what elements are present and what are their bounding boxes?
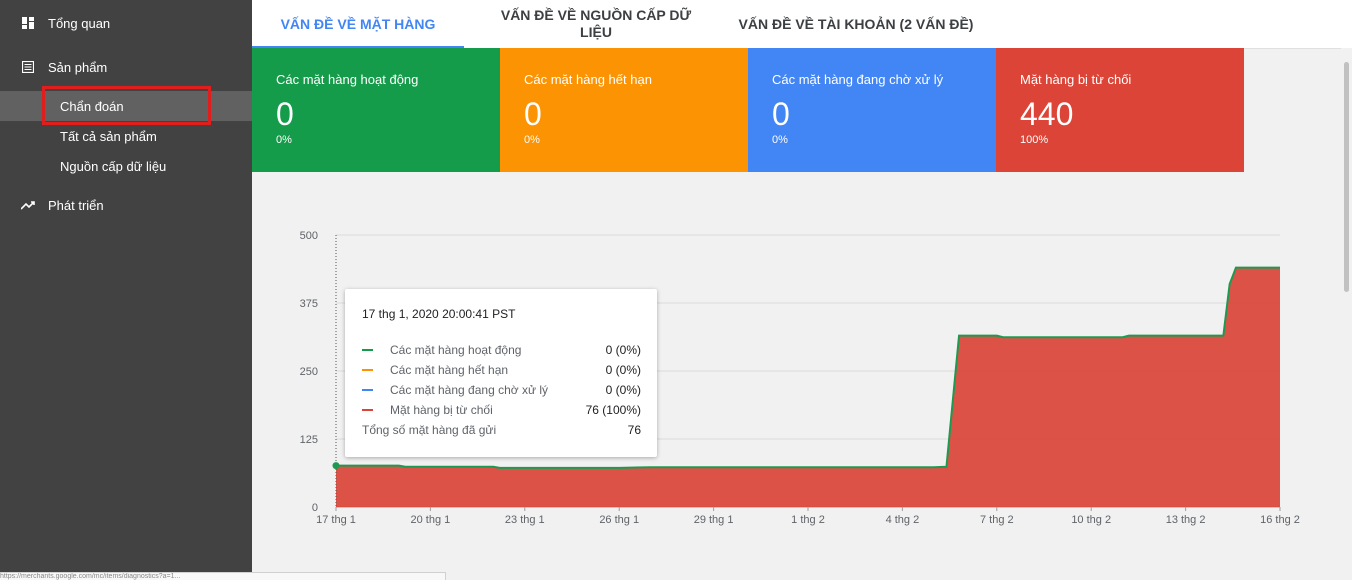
legend-swatch bbox=[362, 349, 373, 351]
y-tick-label: 375 bbox=[300, 298, 318, 310]
tab-label: Vấn đề về mặt hàng bbox=[280, 15, 436, 32]
sidebar-item-label: Sản phẩm bbox=[48, 59, 108, 75]
card-title: Mặt hàng bị từ chối bbox=[1020, 72, 1132, 87]
x-tick-label: 13 thg 2 bbox=[1166, 514, 1206, 526]
card-percent: 100% bbox=[1020, 134, 1049, 146]
cursor-point bbox=[332, 462, 340, 470]
sidebar: Tổng quan Sản phẩm Chẩn đoán Tất cả sản … bbox=[0, 0, 252, 579]
x-tick-label: 7 thg 2 bbox=[980, 514, 1014, 526]
x-tick-label: 20 thg 1 bbox=[411, 514, 451, 526]
chart-x-labels: 17 thg 1 20 thg 1 23 thg 1 26 thg 1 29 thg 1… bbox=[316, 507, 1300, 526]
tooltip-row-value: 76 (100%) bbox=[585, 403, 641, 417]
card-title: Các mặt hàng hết hạn bbox=[524, 72, 652, 87]
trending-up-icon bbox=[20, 197, 36, 213]
sidebar-item-label: Tổng quan bbox=[48, 15, 111, 31]
tooltip-total-label: Tổng số mặt hàng đã gửi bbox=[362, 423, 497, 437]
tooltip-row-disapproved: Mặt hàng bị từ chối 76 (100%) bbox=[362, 401, 641, 419]
tooltip-row-total: Tổng số mặt hàng đã gửi 76 bbox=[362, 421, 641, 439]
tooltip-row-name: Các mặt hàng hoạt động bbox=[390, 343, 522, 357]
y-tick-label: 0 bbox=[312, 502, 318, 514]
sidebar-subitem-feeds[interactable]: Nguồn cấp dữ liệu bbox=[0, 151, 252, 181]
highlight-box bbox=[42, 86, 211, 125]
y-tick-label: 500 bbox=[300, 230, 318, 242]
tooltip-row-name: Các mặt hàng đang chờ xử lý bbox=[390, 383, 548, 397]
tooltip-row-value: 0 (0%) bbox=[605, 363, 641, 377]
chart-y-labels: 0 125 250 375 500 bbox=[300, 230, 318, 514]
card-title: Các mặt hàng hoạt động bbox=[276, 72, 419, 87]
card-expired-items[interactable]: Các mặt hàng hết hạn 0 0% bbox=[500, 48, 748, 172]
tooltip-row-active: Các mặt hàng hoạt động 0 (0%) bbox=[362, 341, 641, 359]
sidebar-subitem-label: Nguồn cấp dữ liệu bbox=[60, 158, 167, 174]
x-tick-label: 10 thg 2 bbox=[1071, 514, 1111, 526]
list-icon bbox=[20, 59, 36, 75]
tab-label: Vấn đề về tài khoản (2 vấn đề) bbox=[738, 15, 974, 32]
tooltip-title: 17 thg 1, 2020 20:00:41 PST bbox=[362, 307, 516, 321]
legend-swatch bbox=[362, 409, 373, 411]
x-tick-label: 4 thg 2 bbox=[886, 514, 920, 526]
y-tick-label: 125 bbox=[300, 434, 318, 446]
x-tick-label: 23 thg 1 bbox=[505, 514, 545, 526]
tooltip-row-name: Mặt hàng bị từ chối bbox=[390, 403, 493, 417]
x-tick-label: 29 thg 1 bbox=[694, 514, 734, 526]
tooltip-row-value: 0 (0%) bbox=[605, 343, 641, 357]
summary-cards: Các mặt hàng hoạt động 0 0% Các mặt hàng… bbox=[252, 48, 1244, 172]
tab-account-issues[interactable]: Vấn đề về tài khoản (2 vấn đề) bbox=[738, 0, 974, 48]
card-value: 0 bbox=[276, 96, 294, 132]
legend-swatch bbox=[362, 369, 373, 371]
card-active-items[interactable]: Các mặt hàng hoạt động 0 0% bbox=[252, 48, 500, 172]
sidebar-item-label: Phát triển bbox=[48, 197, 104, 213]
card-value: 0 bbox=[772, 96, 790, 132]
tab-item-issues[interactable]: Vấn đề về mặt hàng bbox=[252, 0, 464, 49]
card-percent: 0% bbox=[524, 134, 540, 146]
scrollbar[interactable] bbox=[1341, 48, 1352, 579]
card-value: 0 bbox=[524, 96, 542, 132]
sidebar-item-products[interactable]: Sản phẩm bbox=[0, 52, 252, 82]
card-disapproved-items[interactable]: Mặt hàng bị từ chối 440 100% bbox=[996, 48, 1244, 172]
sidebar-item-overview[interactable]: Tổng quan bbox=[0, 8, 252, 38]
tooltip-total-value: 76 bbox=[627, 423, 641, 437]
sidebar-subitem-label: Tất cả sản phẩm bbox=[60, 128, 157, 144]
x-tick-label: 1 thg 2 bbox=[791, 514, 825, 526]
tooltip-row-pending: Các mặt hàng đang chờ xử lý 0 (0%) bbox=[362, 381, 641, 399]
card-pending-items[interactable]: Các mặt hàng đang chờ xử lý 0 0% bbox=[748, 48, 996, 172]
tooltip-row-expired: Các mặt hàng hết hạn 0 (0%) bbox=[362, 361, 641, 379]
x-tick-label: 17 thg 1 bbox=[316, 514, 356, 526]
tab-label: Vấn đề về nguồn cấp dữ liệu bbox=[500, 7, 692, 40]
card-title: Các mặt hàng đang chờ xử lý bbox=[772, 72, 944, 87]
x-tick-label: 16 thg 2 bbox=[1260, 514, 1300, 526]
sidebar-item-growth[interactable]: Phát triển bbox=[0, 190, 252, 220]
chart-tooltip: 17 thg 1, 2020 20:00:41 PST Các mặt hàng… bbox=[345, 289, 657, 457]
legend-swatch bbox=[362, 389, 373, 391]
sidebar-subitem-all-products[interactable]: Tất cả sản phẩm bbox=[0, 121, 252, 151]
scrollbar-thumb[interactable] bbox=[1344, 62, 1349, 292]
y-tick-label: 250 bbox=[300, 366, 318, 378]
x-tick-label: 26 thg 1 bbox=[599, 514, 639, 526]
tooltip-row-name: Các mặt hàng hết hạn bbox=[390, 363, 509, 377]
card-percent: 0% bbox=[772, 134, 788, 146]
card-value: 440 bbox=[1020, 96, 1074, 132]
tab-bar: Vấn đề về mặt hàng Vấn đề về nguồn cấp d… bbox=[252, 0, 1352, 49]
tab-feed-issues[interactable]: Vấn đề về nguồn cấp dữ liệu bbox=[488, 0, 704, 48]
card-percent: 0% bbox=[276, 134, 292, 146]
dashboard-icon bbox=[20, 15, 36, 31]
tooltip-row-value: 0 (0%) bbox=[605, 383, 641, 397]
